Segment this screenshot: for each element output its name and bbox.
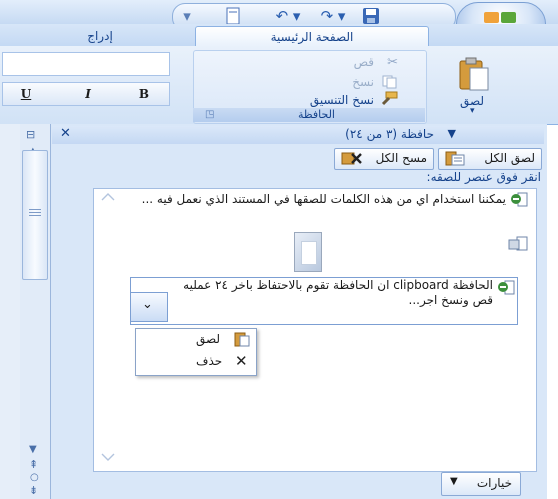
word-doc-icon bbox=[497, 280, 515, 299]
chevron-down-icon: ⌄ bbox=[142, 297, 153, 312]
redo-icon[interactable]: ↷ ▾ bbox=[313, 7, 353, 25]
options-dropdown-icon: ▼ bbox=[450, 476, 458, 487]
split-view-icon[interactable]: ⊟ bbox=[26, 128, 35, 141]
copy-label[interactable]: نسخ bbox=[352, 75, 374, 89]
group-title-label: الحافظة bbox=[297, 108, 335, 121]
menu-item-paste[interactable]: لصق bbox=[136, 330, 254, 350]
clear-all-icon bbox=[341, 150, 363, 169]
dialog-launcher-icon[interactable]: ◳ bbox=[205, 109, 214, 120]
save-icon[interactable] bbox=[359, 7, 383, 25]
ribbon-tabs: الصفحة الرئيسية إدراج bbox=[0, 24, 558, 47]
paste-dropdown-icon[interactable]: ▾ bbox=[470, 106, 475, 116]
clipboard-paste-icon bbox=[459, 57, 489, 91]
pane-hint: انقر فوق عنصر للصقه: bbox=[426, 170, 541, 184]
image-item-icon bbox=[508, 236, 528, 255]
options-button[interactable]: خيارات ▼ bbox=[441, 472, 521, 496]
document-area bbox=[0, 124, 21, 499]
font-name-input[interactable] bbox=[2, 52, 170, 76]
new-doc-icon[interactable] bbox=[213, 7, 253, 25]
select-browse-object-icon[interactable]: ○ bbox=[30, 472, 39, 483]
list-item-text: الحافظة clipboard ان الحافظة تقوم بالاحت… bbox=[183, 278, 493, 307]
list-item-text: يمكننا استخدام اي من هذه الكلمات للصقها … bbox=[141, 192, 506, 206]
underline-button[interactable]: U bbox=[11, 84, 41, 104]
tab-home[interactable]: الصفحة الرئيسية bbox=[195, 26, 429, 47]
customize-dropdown-icon[interactable]: ▾ bbox=[177, 7, 197, 25]
list-item[interactable] bbox=[290, 232, 530, 272]
menu-item-delete[interactable]: حذف ✕ bbox=[136, 352, 254, 372]
word-doc-icon bbox=[510, 192, 528, 211]
paste-all-label: لصق الكل bbox=[484, 151, 535, 165]
italic-button[interactable]: I bbox=[73, 84, 103, 104]
close-icon[interactable]: ✕ bbox=[60, 126, 71, 141]
pane-header: حافظة (٣ من ٢٤) ▼ ✕ bbox=[52, 126, 544, 144]
clear-all-label: مسح الكل bbox=[375, 151, 427, 165]
previous-page-icon[interactable]: ⇞ bbox=[29, 458, 38, 471]
bold-button[interactable]: B bbox=[129, 84, 159, 104]
paste-all-button[interactable]: لصق الكل bbox=[438, 148, 542, 170]
list-item-selected[interactable]: الحافظة clipboard ان الحافظة تقوم بالاحت… bbox=[130, 277, 518, 325]
copy-icon bbox=[382, 75, 398, 92]
format-toolbar: U I B bbox=[2, 82, 170, 106]
next-page-icon[interactable]: ⇟ bbox=[29, 484, 38, 497]
clear-all-button[interactable]: مسح الكل bbox=[334, 148, 434, 170]
item-context-menu: لصق حذف ✕ bbox=[135, 328, 257, 376]
item-dropdown-button[interactable]: ⌄ bbox=[130, 292, 168, 322]
list-scrollbar[interactable] bbox=[96, 190, 122, 466]
pane-menu-icon[interactable]: ▼ bbox=[448, 127, 456, 140]
clipboard-group-title: الحافظة ◳ bbox=[193, 108, 425, 122]
tab-insert[interactable]: إدراج bbox=[60, 26, 140, 46]
menu-item-delete-label: حذف bbox=[196, 354, 223, 368]
pane-title: حافظة (٣ من ٢٤) bbox=[345, 127, 434, 141]
scroll-down-icon[interactable]: ▼ bbox=[29, 444, 37, 455]
scrollbar-thumb[interactable] bbox=[22, 150, 48, 280]
menu-item-paste-label: لصق bbox=[196, 332, 221, 346]
image-thumbnail bbox=[294, 232, 322, 272]
paste-all-icon bbox=[445, 150, 465, 169]
cut-icon: ✂ bbox=[387, 55, 398, 70]
format-painter-label[interactable]: نسخ التنسيق bbox=[310, 93, 374, 107]
undo-icon[interactable]: ↶ ▾ bbox=[268, 7, 308, 25]
paste-icon bbox=[234, 331, 250, 350]
delete-icon: ✕ bbox=[235, 352, 248, 370]
cut-label[interactable]: قص bbox=[354, 55, 374, 69]
options-label: خيارات bbox=[476, 476, 512, 490]
